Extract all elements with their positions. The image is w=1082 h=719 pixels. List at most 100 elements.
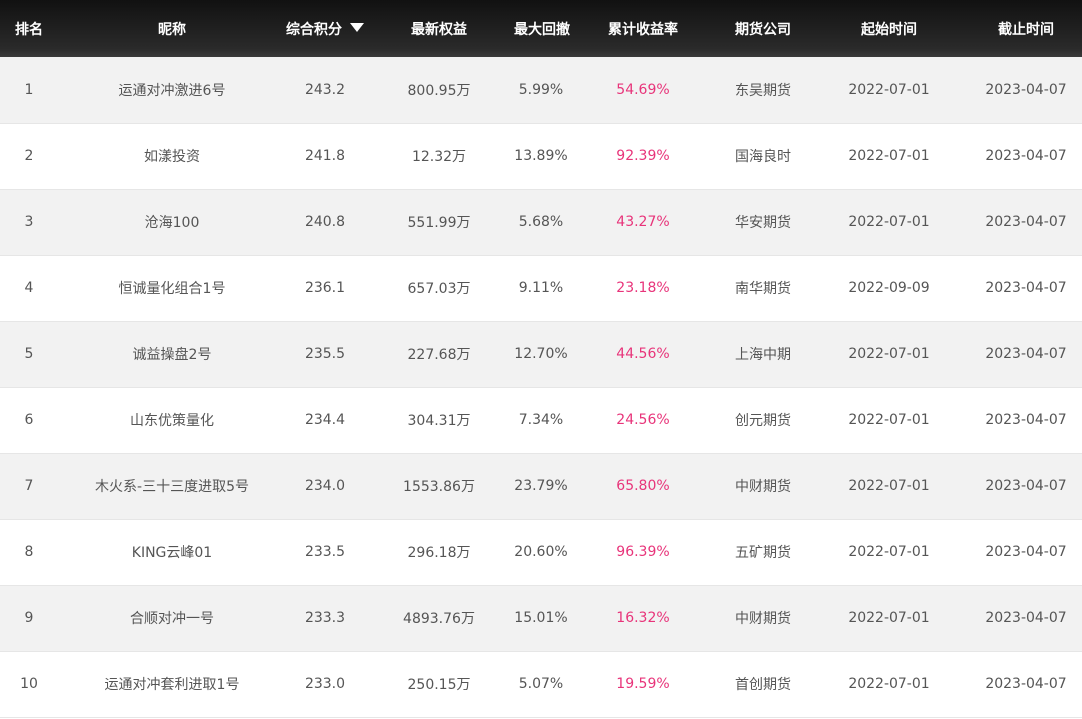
table-row: 1 运通对冲激进6号 243.2 800.95万 5.99% 54.69% 东吴期货 2022… <box>0 57 1082 123</box>
cell-score: 236.1 <box>304 280 346 296</box>
cell-max-drawdown: 13.89% <box>514 148 568 164</box>
cell-max-drawdown: 23.79% <box>514 478 568 494</box>
cell-max-drawdown: 7.34% <box>518 412 564 428</box>
ranking-table: 排名 昵称 综合积分 最新权益 最大回撤 累计收益率 期货公司 起始时间 截止时… <box>0 0 1082 718</box>
cell-start-time: 2022-07-01 <box>848 81 930 98</box>
table-row: 10 运通对冲套利进取1号 233.0 250.15万 5.07% 19.59% 首创期货 2… <box>0 651 1082 717</box>
cell-end-time: 2023-04-07 <box>985 676 1067 692</box>
table-row: 8 KING云峰01 233.5 296.18万 20.60% 96.39% 五矿期货 202… <box>0 519 1082 585</box>
header-nickname: 昵称 <box>158 21 186 38</box>
cell-rank: 2 <box>24 148 34 164</box>
cell-max-drawdown: 9.11% <box>518 280 564 296</box>
cell-nickname: 恒诚量化组合1号 <box>58 255 286 321</box>
cell-futures-company: 上海中期 <box>735 347 791 363</box>
cell-score: 241.8 <box>304 148 346 164</box>
cell-rank: 1 <box>24 81 34 98</box>
cell-futures-company: 华安期货 <box>735 215 791 231</box>
table-row: 6 山东优策量化 234.4 304.31万 7.34% 24.56% 创元期货 2022-0… <box>0 387 1082 453</box>
table-body: 1 运通对冲激进6号 243.2 800.95万 5.99% 54.69% 东吴期货 2022… <box>0 57 1082 717</box>
header-start-time: 起始时间 <box>861 21 917 38</box>
cell-end-time: 2023-04-07 <box>985 412 1067 428</box>
cell-start-time: 2022-07-01 <box>848 544 930 560</box>
cell-rank: 9 <box>24 610 34 626</box>
cell-end-time: 2023-04-07 <box>985 346 1067 362</box>
cell-nickname: 合顺对冲一号 <box>58 585 286 651</box>
cell-rank: 5 <box>24 346 34 362</box>
cell-nickname: 山东优策量化 <box>58 387 286 453</box>
cell-rank: 10 <box>20 676 38 692</box>
table-row: 3 沧海100 240.8 551.99万 5.68% 43.27% 华安期货 2022-07… <box>0 189 1082 255</box>
table-row: 7 木火系-三十三度进取5号 234.0 1553.86万 23.79% 65.80% 中财… <box>0 453 1082 519</box>
cell-score: 233.0 <box>304 676 346 692</box>
cell-score: 234.0 <box>304 478 346 494</box>
cell-start-time: 2022-07-01 <box>848 346 930 362</box>
table-row: 9 合顺对冲一号 233.3 4893.76万 15.01% 16.32% 中财期货 2022… <box>0 585 1082 651</box>
table-row: 4 恒诚量化组合1号 236.1 657.03万 9.11% 23.18% 南华期货 2022… <box>0 255 1082 321</box>
cell-cumulative-return: 43.27% <box>616 214 670 230</box>
cell-cumulative-return: 44.56% <box>616 346 670 362</box>
cell-rank: 6 <box>24 412 34 428</box>
cell-score: 235.5 <box>304 346 346 362</box>
nickname-text: 如漾投资 <box>144 149 200 165</box>
cell-nickname: 运通对冲套利进取1号 <box>58 651 286 717</box>
cell-start-time: 2022-07-01 <box>848 214 930 230</box>
cell-start-time: 2022-07-01 <box>848 676 930 692</box>
cell-max-drawdown: 12.70% <box>514 346 568 362</box>
header-max-drawdown: 最大回撤 <box>514 21 570 38</box>
header-latest-equity: 最新权益 <box>411 21 467 38</box>
cell-cumulative-return: 19.59% <box>616 676 670 692</box>
nickname-text: 运通对冲激进6号 <box>118 82 226 99</box>
cell-latest-equity: 250.15万 <box>407 677 471 693</box>
cell-cumulative-return: 24.56% <box>616 412 670 428</box>
header-cumulative-return: 累计收益率 <box>608 21 678 38</box>
table-header: 排名 昵称 综合积分 最新权益 最大回撤 累计收益率 期货公司 起始时间 截止时… <box>0 0 1082 57</box>
cell-end-time: 2023-04-07 <box>985 280 1067 296</box>
cell-end-time: 2023-04-07 <box>985 148 1067 164</box>
cell-end-time: 2023-04-07 <box>985 478 1067 494</box>
cell-end-time: 2023-04-07 <box>985 214 1067 230</box>
cell-score: 243.2 <box>304 81 346 98</box>
header-score[interactable]: 综合积分 <box>286 0 364 57</box>
cell-nickname: 如漾投资 <box>58 123 286 189</box>
cell-start-time: 2022-07-01 <box>848 412 930 428</box>
cell-score: 233.5 <box>304 544 346 560</box>
cell-cumulative-return: 92.39% <box>616 148 670 164</box>
header-futures-company: 期货公司 <box>735 21 791 38</box>
nickname-text: KING云峰01 <box>131 545 213 561</box>
cell-max-drawdown: 5.99% <box>518 81 564 98</box>
cell-latest-equity: 12.32万 <box>411 149 467 165</box>
cell-nickname: KING云峰01 <box>58 519 286 585</box>
cell-nickname: 木火系-三十三度进取5号 <box>58 453 286 519</box>
cell-nickname: 诚益操盘2号 <box>58 321 286 387</box>
header-score-label: 综合积分 <box>286 21 342 38</box>
cell-latest-equity: 1553.86万 <box>403 479 475 495</box>
cell-latest-equity: 304.31万 <box>407 413 471 429</box>
nickname-text: 合顺对冲一号 <box>130 611 214 627</box>
cell-end-time: 2023-04-07 <box>985 610 1067 626</box>
cell-latest-equity: 4893.76万 <box>403 611 475 627</box>
cell-score: 233.3 <box>304 610 346 626</box>
cell-futures-company: 五矿期货 <box>735 545 791 561</box>
cell-cumulative-return: 96.39% <box>616 544 670 560</box>
cell-latest-equity: 800.95万 <box>407 82 471 99</box>
cell-score: 240.8 <box>304 214 346 230</box>
cell-latest-equity: 227.68万 <box>407 347 471 363</box>
cell-futures-company: 国海良时 <box>735 149 791 165</box>
sort-desc-icon[interactable] <box>350 22 364 32</box>
cell-nickname: 沧海100 <box>58 189 286 255</box>
cell-max-drawdown: 15.01% <box>514 610 568 626</box>
cell-start-time: 2022-07-01 <box>848 610 930 626</box>
nickname-text: 沧海100 <box>144 215 200 231</box>
nickname-text: 诚益操盘2号 <box>132 347 212 363</box>
cell-end-time: 2023-04-07 <box>985 544 1067 560</box>
cell-futures-company: 中财期货 <box>735 611 791 627</box>
cell-latest-equity: 296.18万 <box>407 545 471 561</box>
cell-nickname: 运通对冲激进6号 <box>58 57 286 123</box>
cell-latest-equity: 551.99万 <box>407 215 471 231</box>
cell-start-time: 2022-09-09 <box>848 280 930 296</box>
cell-futures-company: 首创期货 <box>735 677 791 693</box>
cell-cumulative-return: 23.18% <box>616 280 670 296</box>
cell-latest-equity: 657.03万 <box>407 281 471 297</box>
cell-rank: 8 <box>24 544 34 560</box>
cell-cumulative-return: 65.80% <box>616 478 670 494</box>
